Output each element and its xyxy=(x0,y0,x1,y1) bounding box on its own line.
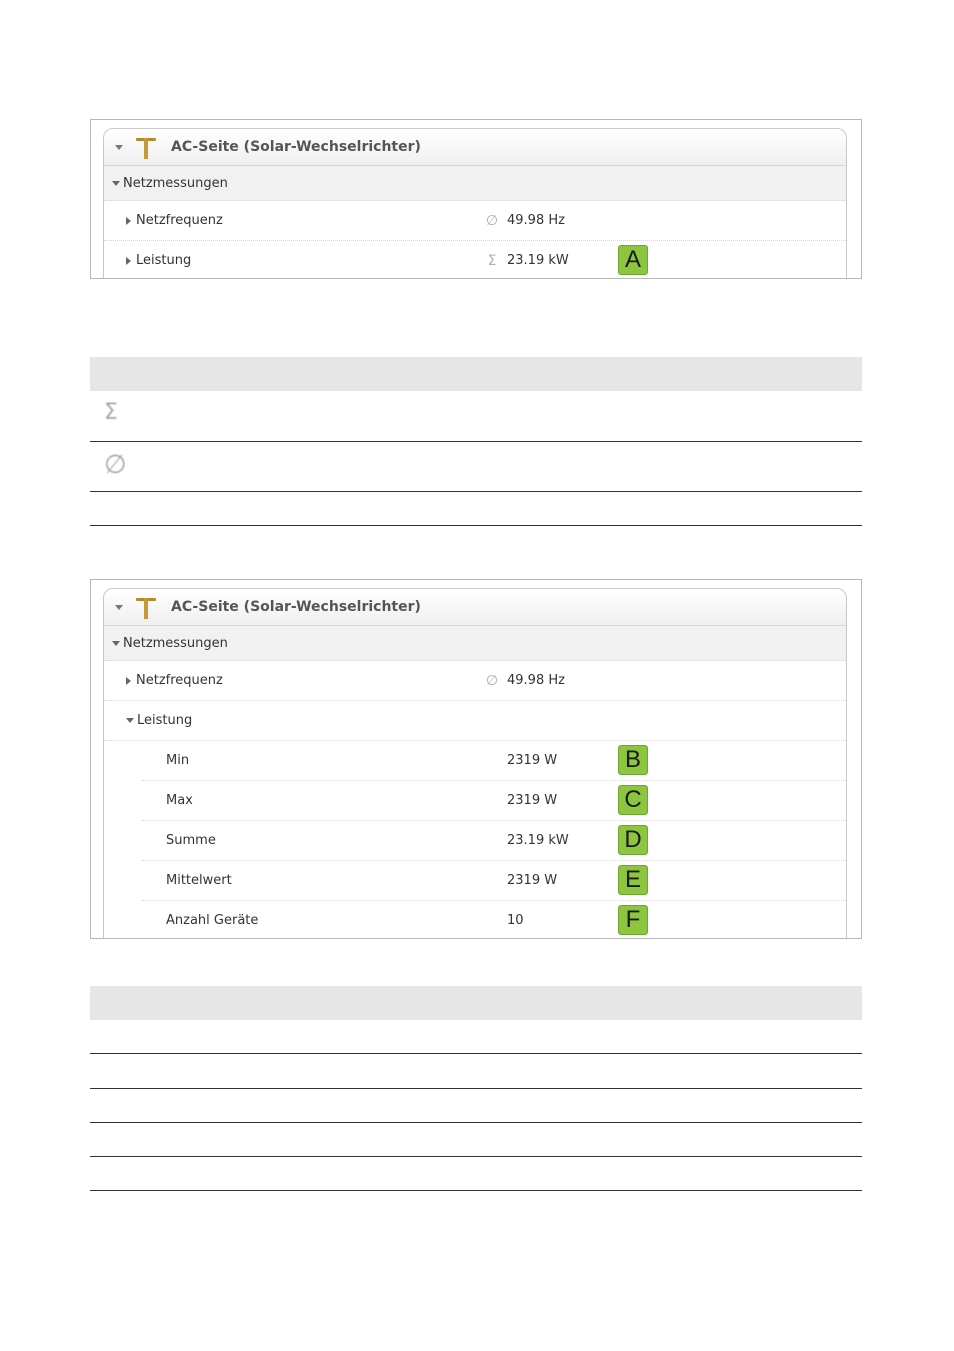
sum-icon: Σ xyxy=(104,400,118,425)
detail-label: Anzahl Geräte xyxy=(166,913,259,928)
callout-marker-d: D xyxy=(618,825,648,855)
sum-icon: Σ xyxy=(487,252,497,269)
detail-value: 23.19 kW xyxy=(507,833,569,848)
table-row xyxy=(90,1054,862,1089)
widget-header[interactable]: AC-Seite (Solar-Wechselrichter) xyxy=(104,589,846,626)
table-row xyxy=(90,1020,862,1054)
row-value: 49.98 Hz xyxy=(507,213,565,228)
detail-label: Summe xyxy=(166,833,216,848)
group-label: Netzmessungen xyxy=(123,175,228,191)
table-row xyxy=(90,492,862,526)
screenshot-panel-top: AC-Seite (Solar-Wechselrichter) Netzmess… xyxy=(90,119,862,279)
leistung-details: Min 2319 W B Max 2319 W C Summe 23.19 kW D Mittel… xyxy=(104,741,846,938)
expand-caret-icon[interactable] xyxy=(112,180,120,186)
detail-row-max: Max 2319 W C xyxy=(142,781,846,821)
callout-marker-e: E xyxy=(618,865,648,895)
table-header xyxy=(90,357,862,391)
row-value: 49.98 Hz xyxy=(507,673,565,688)
row-leistung[interactable]: Leistung Σ 23.19 kW A xyxy=(104,241,846,278)
marker-legend-table xyxy=(90,986,862,1191)
expand-caret-icon[interactable] xyxy=(112,640,120,646)
row-netzfrequenz[interactable]: Netzfrequenz ∅ 49.98 Hz xyxy=(104,661,846,701)
collapse-arrow-icon[interactable] xyxy=(115,144,123,150)
detail-row-min: Min 2319 W B xyxy=(142,741,846,781)
average-icon: ∅ xyxy=(485,672,499,689)
detail-row-summe: Summe 23.19 kW D xyxy=(142,821,846,861)
average-icon: ∅ xyxy=(485,212,499,229)
power-tower-icon xyxy=(135,595,157,619)
table-row xyxy=(90,1123,862,1157)
row-netzfrequenz[interactable]: Netzfrequenz ∅ 49.98 Hz xyxy=(104,201,846,241)
widget-header[interactable]: AC-Seite (Solar-Wechselrichter) xyxy=(104,129,846,166)
power-tower-icon xyxy=(135,135,157,159)
table-row: Σ xyxy=(90,391,862,442)
detail-row-mittelwert: Mittelwert 2319 W E xyxy=(142,861,846,901)
row-label: Leistung xyxy=(137,713,193,728)
ac-side-widget: AC-Seite (Solar-Wechselrichter) Netzmess… xyxy=(103,128,847,278)
table-header xyxy=(90,986,862,1020)
widget-title: AC-Seite (Solar-Wechselrichter) xyxy=(171,139,421,155)
row-label: Leistung xyxy=(136,253,192,268)
callout-marker-c: C xyxy=(618,785,648,815)
detail-label: Max xyxy=(166,793,193,808)
collapse-arrow-icon[interactable] xyxy=(115,604,123,610)
detail-row-anzahl-ger-te: Anzahl Geräte 10 F xyxy=(142,901,846,938)
detail-label: Min xyxy=(166,753,190,768)
row-label: Netzfrequenz xyxy=(136,673,223,688)
callout-marker-b: B xyxy=(618,745,648,775)
callout-marker-f: F xyxy=(618,905,648,935)
group-label: Netzmessungen xyxy=(123,635,228,651)
detail-label: Mittelwert xyxy=(166,873,232,888)
average-icon: ∅ xyxy=(104,450,127,480)
group-netzmessungen[interactable]: Netzmessungen xyxy=(104,626,846,661)
expand-caret-icon[interactable] xyxy=(126,216,131,225)
expand-caret-icon[interactable] xyxy=(126,718,134,723)
icon-legend-table: Σ ∅ xyxy=(90,357,862,526)
table-row xyxy=(90,1089,862,1123)
row-label: Netzfrequenz xyxy=(136,213,223,228)
callout-marker-a: A xyxy=(618,245,648,275)
row-value: 23.19 kW xyxy=(507,253,569,268)
widget-title: AC-Seite (Solar-Wechselrichter) xyxy=(171,599,421,615)
expand-caret-icon[interactable] xyxy=(126,256,131,265)
group-netzmessungen[interactable]: Netzmessungen xyxy=(104,166,846,201)
table-row xyxy=(90,1157,862,1191)
row-leistung-expanded[interactable]: Leistung xyxy=(104,701,846,741)
ac-side-widget: AC-Seite (Solar-Wechselrichter) Netzmess… xyxy=(103,588,847,938)
detail-value: 2319 W xyxy=(507,753,558,768)
screenshot-panel-bottom: AC-Seite (Solar-Wechselrichter) Netzmess… xyxy=(90,579,862,939)
detail-value: 2319 W xyxy=(507,793,558,808)
expand-caret-icon[interactable] xyxy=(126,676,131,685)
table-row: ∅ xyxy=(90,442,862,492)
detail-value: 10 xyxy=(507,913,524,928)
detail-value: 2319 W xyxy=(507,873,558,888)
